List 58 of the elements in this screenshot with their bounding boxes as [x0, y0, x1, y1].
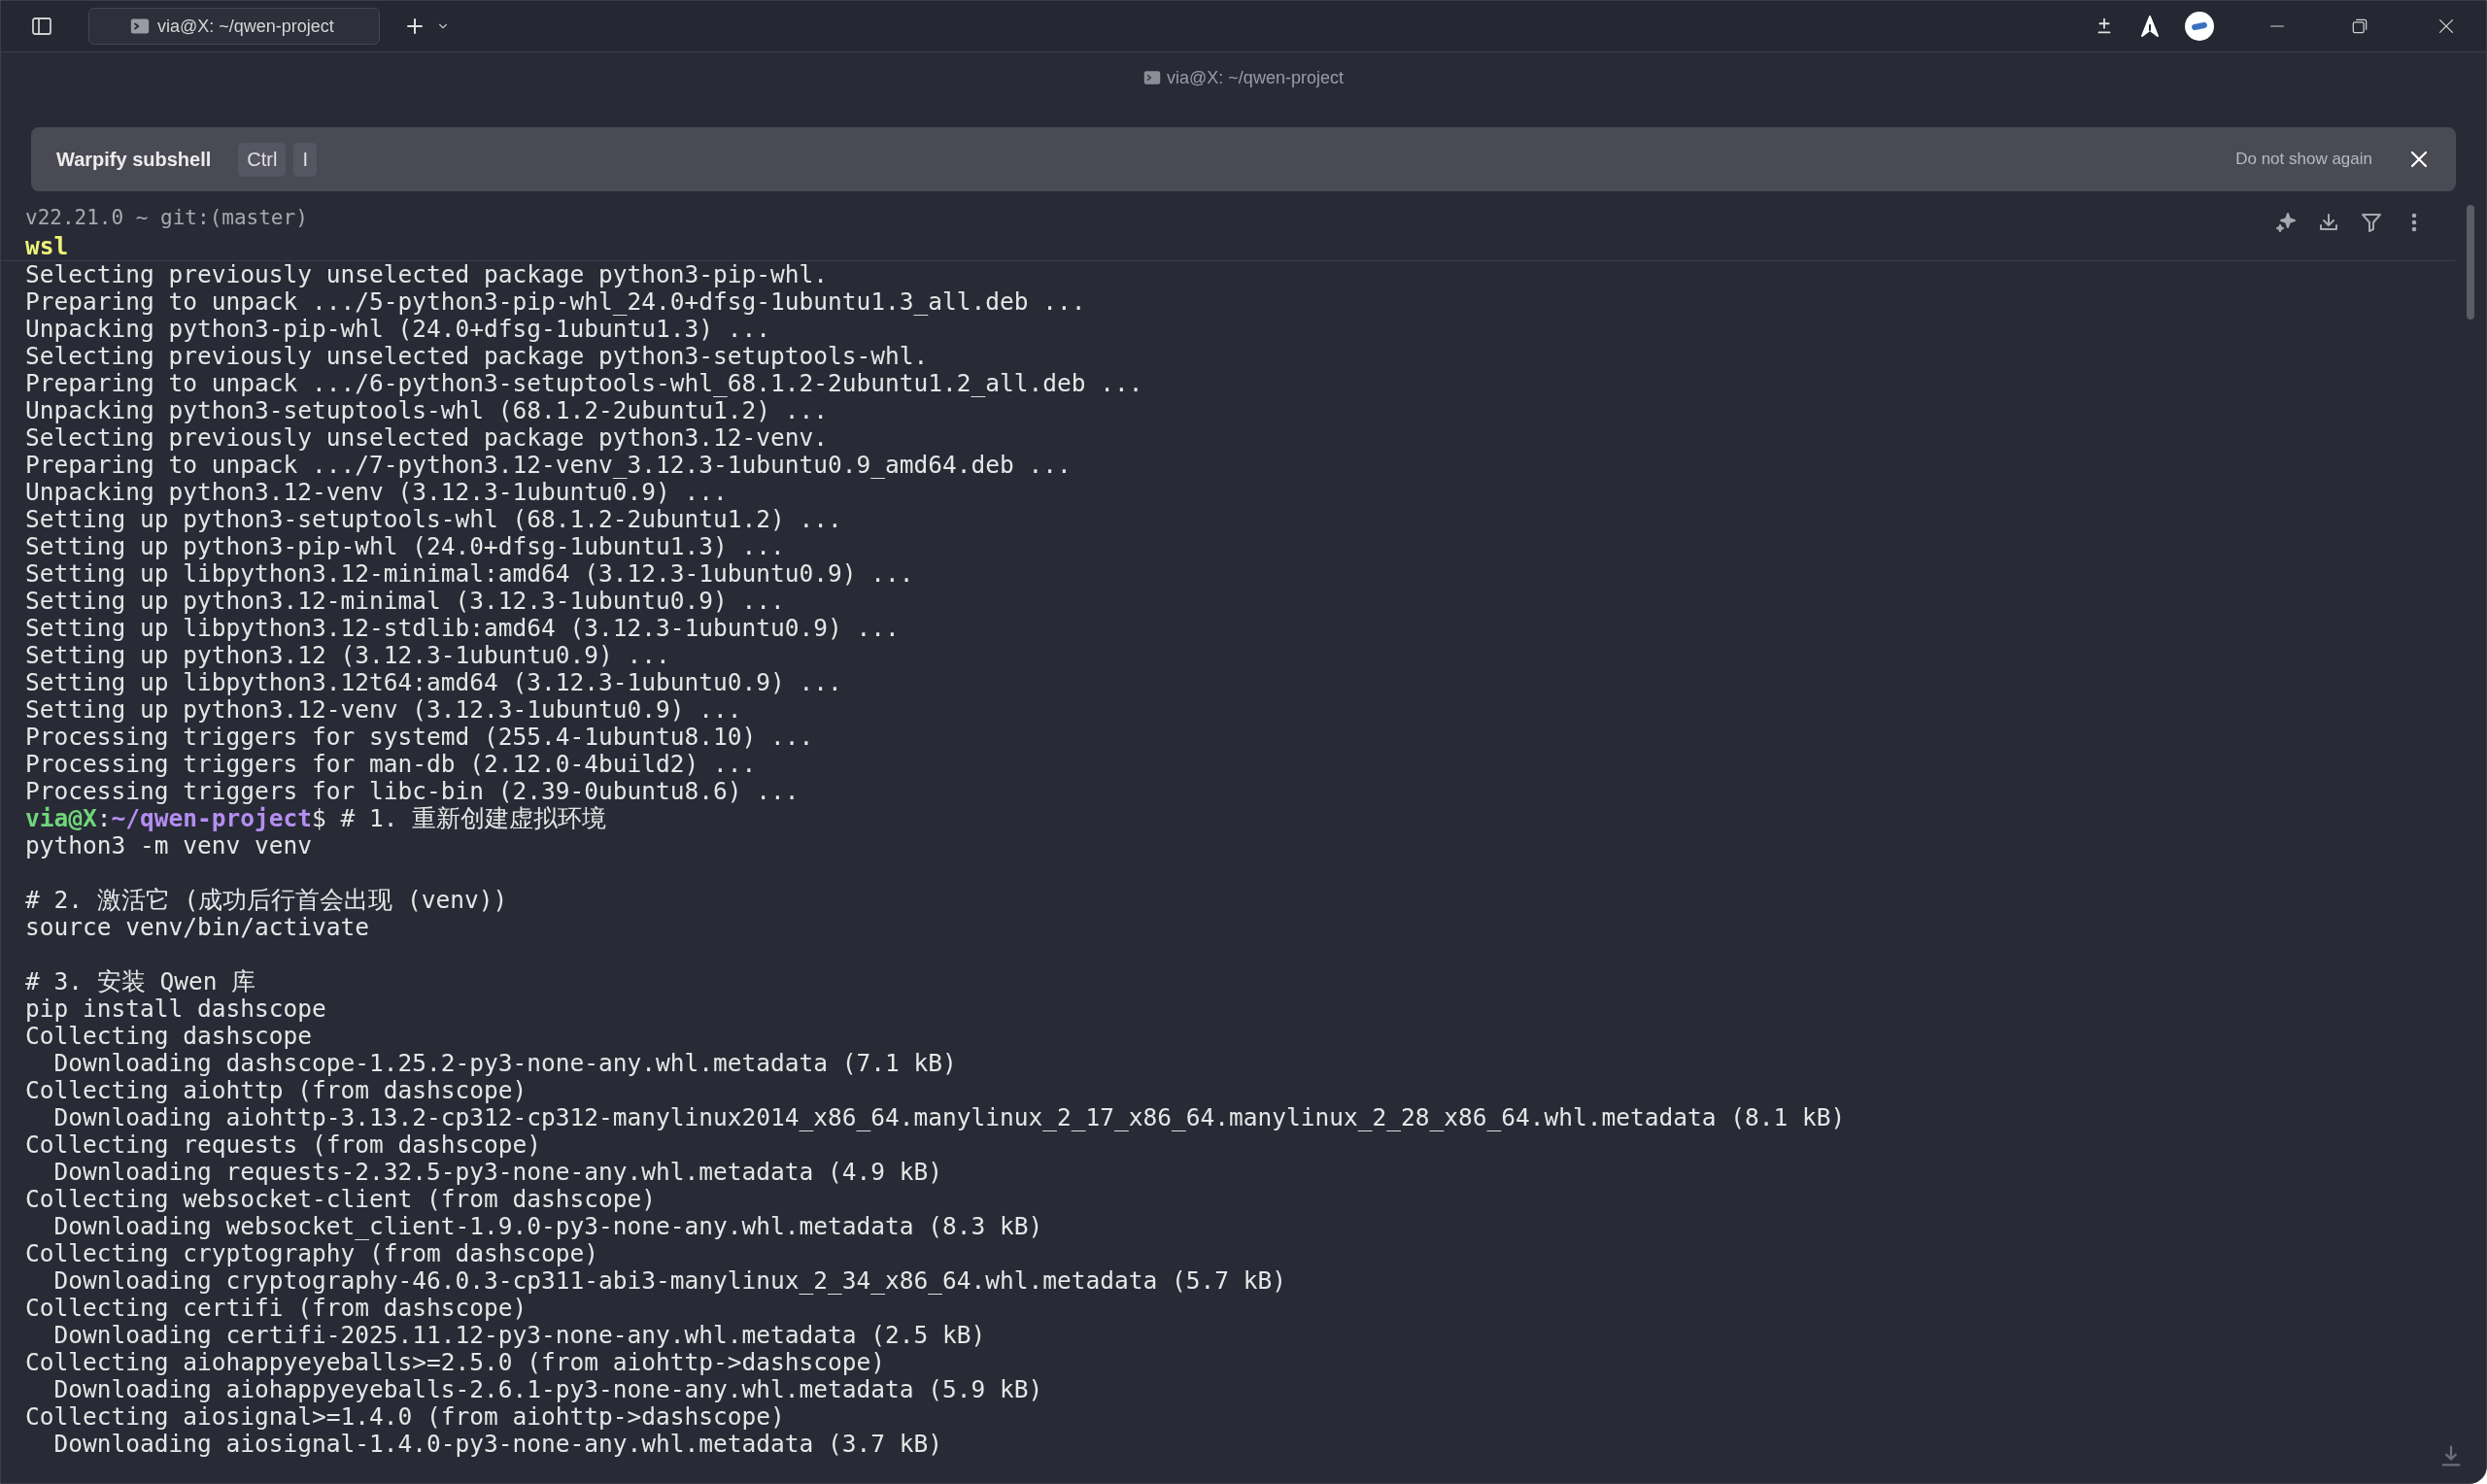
terminal-line: Preparing to unpack .../5-python3-pip-whl_24.0+dfsg-1ubuntu1.3_all.deb ... [25, 288, 1086, 316]
shortcut-key: I [293, 142, 317, 177]
terminal-line: Selecting previously unselected package python3.12-venv. [25, 424, 828, 452]
prompt-line: via@X:~/qwen-project$ # 1. 重新创建虚拟环境 [25, 805, 607, 832]
block-context: v22.21.0 ~ git:(master) [25, 205, 308, 231]
terminal-tab[interactable]: via@X: ~/qwen-project [88, 8, 380, 45]
terminal-line: Unpacking python3-setuptools-whl (68.1.2-2ubuntu1.2) ... [25, 397, 828, 424]
terminal-line: Setting up libpython3.12t64:amd64 (3.12.3-1ubuntu0.9) ... [25, 669, 842, 696]
do-not-show-again-button[interactable]: Do not show again [2235, 147, 2372, 172]
terminal-line: Preparing to unpack .../6-python3-setuptools-whl_68.1.2-2ubuntu1.2_all.deb ... [25, 370, 1143, 397]
terminal-line: Downloading requests-2.32.5-py3-none-any.whl.metadata (4.9 kB) [52, 1159, 942, 1186]
terminal-line: Collecting requests (from dashscope) [25, 1131, 541, 1159]
account-avatar[interactable] [2185, 12, 2214, 41]
terminal-line: Downloading aiohttp-3.13.2-cp312-cp312-manylinux2014_x86_64.manylinux_2_17_x86_64.manylinux_2_28_x86_64.whl.metadata (8.1 kB) [52, 1104, 1846, 1131]
terminal-line: Unpacking python3-pip-whl (24.0+dfsg-1ubuntu1.3) ... [25, 316, 770, 343]
terminal-line: Selecting previously unselected package python3-pip-whl. [25, 261, 828, 288]
terminal-line: Setting up python3.12-minimal (3.12.3-1ubuntu0.9) ... [25, 588, 785, 615]
terminal-line: Collecting dashscope [25, 1023, 312, 1050]
terminal-line: # 2. 激活它 (成功后行首会出现 (venv)) [25, 887, 508, 914]
terminal-line: Setting up libpython3.12-stdlib:amd64 (3.12.3-1ubuntu0.9) ... [25, 615, 900, 642]
terminal-line: Collecting aiohttp (from dashscope) [25, 1077, 528, 1104]
terminal-line: Setting up libpython3.12-minimal:amd64 (3.12.3-1ubuntu0.9) ... [25, 560, 914, 588]
terminal-line: Setting up python3.12 (3.12.3-1ubuntu0.9) ... [25, 642, 670, 669]
scrollbar-thumb[interactable] [2467, 205, 2474, 320]
pane-title: via@X: ~/qwen-project [1167, 66, 1344, 89]
terminal-line: source venv/bin/activate [25, 914, 369, 941]
terminal-line: Collecting aiosignal>=1.4.0 (from aiohttp->dashscope) [25, 1403, 785, 1431]
filter-icon[interactable] [2360, 211, 2383, 234]
terminal-line: pip install dashscope [25, 995, 326, 1023]
terminal-line: # 3. 安装 Qwen 库 [25, 968, 256, 995]
terminal-line: Downloading cryptography-46.0.3-cp311-abi3-manylinux_2_34_x86_64.whl.metadata (5.7 kB) [52, 1267, 1287, 1295]
terminal-line: Collecting aiohappyeyeballs>=2.5.0 (from aiohttp->dashscope) [25, 1349, 885, 1376]
terminal-icon [1143, 69, 1162, 86]
restore-icon[interactable] [2350, 17, 2369, 36]
terminal-line: Processing triggers for man-db (2.12.0-4build2) ... [25, 751, 757, 778]
terminal-line: Downloading websocket_client-1.9.0-py3-none-any.whl.metadata (8.3 kB) [52, 1213, 1043, 1240]
terminal-line: Downloading certifi-2025.11.12-py3-none-any.whl.metadata (2.5 kB) [52, 1322, 986, 1349]
terminal-line: Collecting certifi (from dashscope) [25, 1295, 528, 1322]
terminal-line: Downloading aiosignal-1.4.0-py3-none-any.whl.metadata (3.7 kB) [52, 1431, 942, 1458]
terminal-line: Downloading dashscope-1.25.2-py3-none-any.whl.metadata (7.1 kB) [52, 1050, 957, 1077]
terminal-line: Selecting previously unselected package python3-setuptools-whl. [25, 343, 929, 370]
block-command: wsl [25, 232, 69, 261]
terminal-line: Processing triggers for libc-bin (2.39-0ubuntu8.6) ... [25, 778, 800, 805]
terminal-line: Setting up python3-setuptools-whl (68.1.2-2ubuntu1.2) ... [25, 506, 842, 533]
terminal-line: Collecting websocket-client (from dashscope) [25, 1186, 656, 1213]
terminal-line: Setting up python3-pip-whl (24.0+dfsg-1ubuntu1.3) ... [25, 533, 785, 560]
banner-title: Warpify subshell [56, 148, 212, 172]
terminal-icon [130, 17, 150, 36]
sparkle-icon[interactable] [2274, 211, 2298, 234]
shortcut-key: Ctrl [238, 142, 287, 177]
terminal-line: Collecting cryptography (from dashscope) [25, 1240, 598, 1267]
terminal-line: Unpacking python3.12-venv (3.12.3-1ubuntu0.9) ... [25, 479, 728, 506]
terminal-line: Processing triggers for systemd (255.4-1ubuntu8.10) ... [25, 724, 814, 751]
terminal-line: Setting up python3.12-venv (3.12.3-1ubuntu0.9) ... [25, 696, 742, 724]
sidebar-toggle-icon[interactable] [30, 15, 53, 38]
terminal-line: Downloading aiohappyeyeballs-2.6.1-py3-none-any.whl.metadata (5.9 kB) [52, 1376, 1043, 1403]
terminal-line: python3 -m venv venv [25, 832, 312, 860]
terminal-line: Preparing to unpack .../7-python3.12-venv_3.12.3-1ubuntu0.9_amd64.deb ... [25, 452, 1072, 479]
